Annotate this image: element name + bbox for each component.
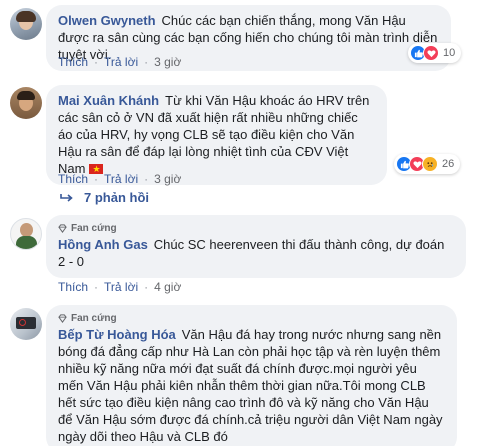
avatar-body <box>16 236 37 249</box>
comment-text: Văn Hậu đá hay trong nước nhưng sang nền… <box>58 327 443 444</box>
reaction-summary[interactable]: 10 <box>408 43 462 63</box>
separator-dot: · <box>94 172 99 186</box>
fan-badge-label: Fan cứng <box>71 223 117 234</box>
avatar[interactable] <box>10 87 42 119</box>
reply-link[interactable]: Trả lời <box>104 280 138 294</box>
diamond-icon <box>58 314 67 323</box>
diamond-icon <box>58 224 67 233</box>
separator-dot: · <box>94 55 99 69</box>
like-link[interactable]: Thích <box>58 172 88 186</box>
comment-bubble: Fan cứng Hồng Anh Gas Chúc SC heerenveen … <box>46 215 466 278</box>
comment-2: Mai Xuân Khánh Từ khi Văn Hậu khoác áo HR… <box>0 80 477 210</box>
separator-dot: · <box>144 55 149 69</box>
avatar[interactable] <box>10 308 42 340</box>
reply-arrow-icon <box>60 193 73 202</box>
separator-dot: · <box>144 280 149 294</box>
avatar-product-ring <box>19 319 26 326</box>
reply-link[interactable]: Trả lời <box>104 172 138 186</box>
love-icon <box>423 45 439 61</box>
comment-bubble: Mai Xuân Khánh Từ khi Văn Hậu khoác áo HR… <box>46 85 387 185</box>
avatar-hair <box>16 11 36 22</box>
reply-link[interactable]: Trả lời <box>104 55 138 69</box>
comment-author[interactable]: Olwen Gwyneth <box>58 13 156 28</box>
comment-4: Fan cứng Bếp Từ Hoàng Hóa Văn Hậu đá hay … <box>0 300 477 446</box>
comment-time[interactable]: 4 giờ <box>154 280 181 294</box>
comment-actions: Thích · Trả lời · 3 giờ <box>58 172 181 186</box>
like-link[interactable]: Thích <box>58 55 88 69</box>
reaction-summary[interactable]: 26 <box>394 154 461 174</box>
fan-badge: Fan cứng <box>58 222 454 235</box>
comment-author[interactable]: Hồng Anh Gas <box>58 237 148 252</box>
reaction-count: 10 <box>443 47 456 59</box>
separator-dot: · <box>94 280 99 294</box>
avatar-hair <box>17 91 35 100</box>
like-link[interactable]: Thích <box>58 280 88 294</box>
fan-badge: Fan cứng <box>58 312 445 325</box>
comment-1: Olwen Gwyneth Chúc các bạn chiến thắng, m… <box>0 0 477 80</box>
replies-count: 7 phản hồi <box>84 190 149 205</box>
avatar-head <box>20 223 33 237</box>
view-replies-link[interactable]: 7 phản hồi <box>60 190 149 205</box>
fan-badge-label: Fan cứng <box>71 313 117 324</box>
comment-time[interactable]: 3 giờ <box>154 172 181 186</box>
comment-time[interactable]: 3 giờ <box>154 55 181 69</box>
comment-author[interactable]: Bếp Từ Hoàng Hóa <box>58 327 176 342</box>
avatar[interactable] <box>10 8 42 40</box>
comment-author[interactable]: Mai Xuân Khánh <box>58 93 159 108</box>
separator-dot: · <box>144 172 149 186</box>
sad-icon <box>422 156 438 172</box>
avatar[interactable] <box>10 218 42 250</box>
reaction-count: 26 <box>442 158 455 170</box>
comment-bubble: Fan cứng Bếp Từ Hoàng Hóa Văn Hậu đá hay … <box>46 305 457 446</box>
comment-actions: Thích · Trả lời · 4 giờ <box>58 280 181 294</box>
comment-actions: Thích · Trả lời · 3 giờ <box>58 55 181 69</box>
comment-3: Fan cứng Hồng Anh Gas Chúc SC heerenveen … <box>0 210 477 300</box>
